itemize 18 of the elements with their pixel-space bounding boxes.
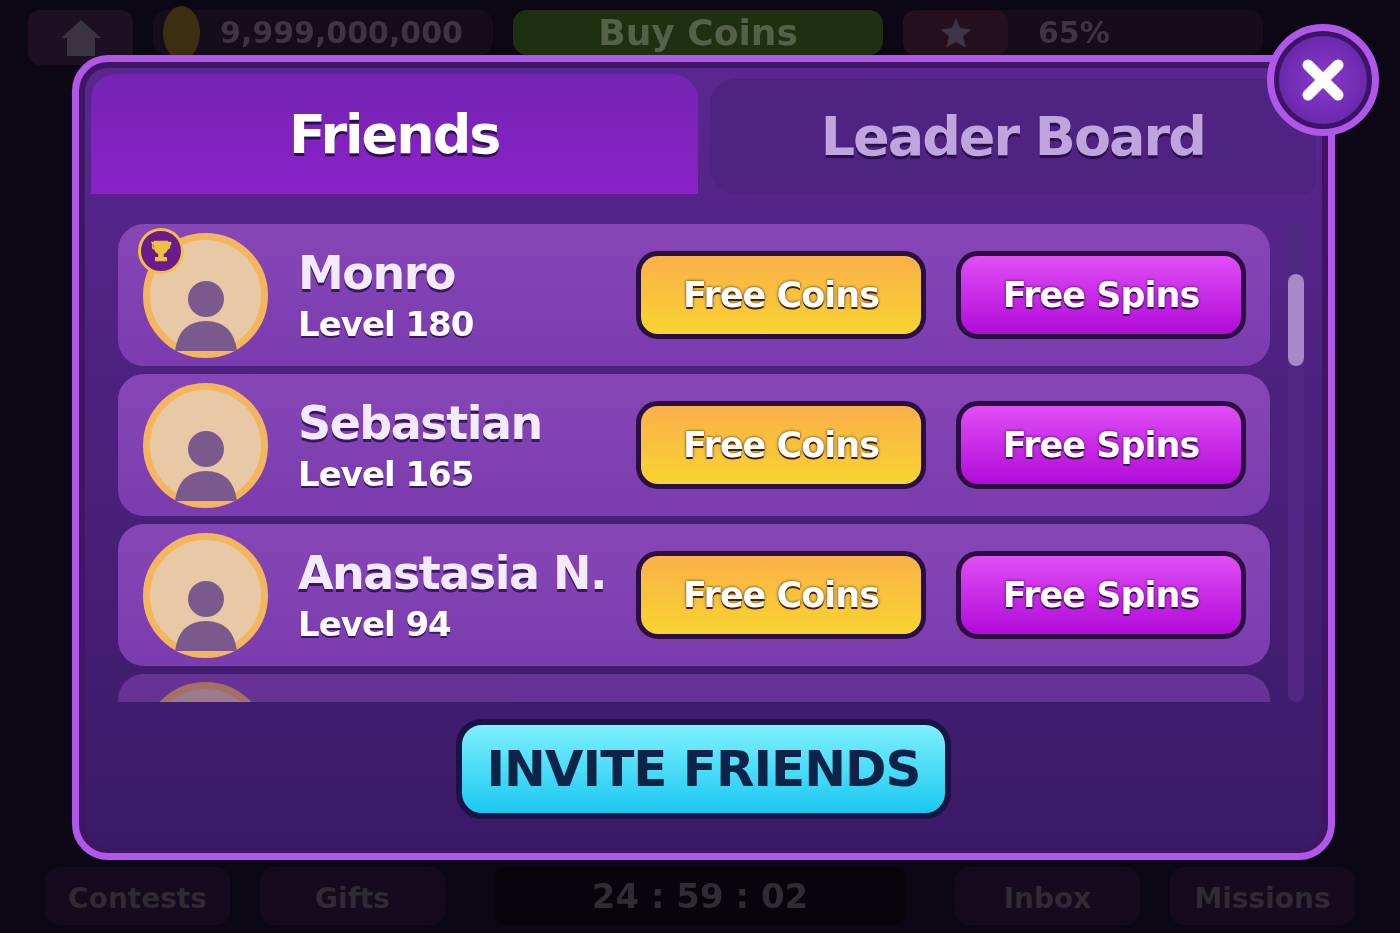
free-spins-button[interactable]: Free Spins (956, 551, 1246, 639)
friend-level: Level 165 (298, 454, 475, 494)
friend-name: Anastasia N. (298, 546, 606, 600)
invite-friends-button[interactable]: INVITE FRIENDS (456, 718, 951, 819)
free-coins-button[interactable]: Free Coins (636, 251, 926, 339)
free-coins-button[interactable]: Free Coins (636, 401, 926, 489)
tab[interactable]: Leader Board (709, 79, 1316, 194)
scrollbar[interactable] (1288, 224, 1304, 702)
buy-coins-button[interactable]: Buy Coins (513, 10, 883, 55)
friend-name: Sebastian (298, 396, 543, 450)
home-button[interactable] (28, 10, 133, 65)
free-coins-button[interactable]: Free Coins (636, 551, 926, 639)
friend-level: Level 180 (298, 304, 475, 344)
friend-name: Monro (298, 246, 456, 300)
tab[interactable]: Friends (91, 74, 698, 194)
friend-level: Level 94 (298, 604, 452, 644)
free-spins-button[interactable]: Free Spins (956, 401, 1246, 489)
free-spins-button[interactable]: Free Spins (956, 251, 1246, 339)
